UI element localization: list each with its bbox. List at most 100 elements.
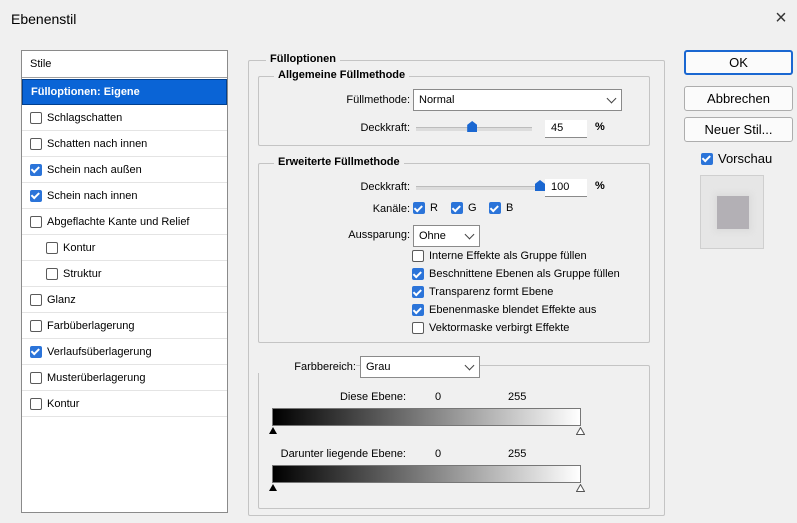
style-checkbox[interactable] (46, 241, 58, 254)
close-icon[interactable]: × (769, 6, 793, 30)
style-item[interactable]: Verlaufsüberlagerung (22, 339, 227, 365)
knockout-select[interactable]: Ohne (413, 225, 480, 247)
advanced-option-label: Transparenz formt Ebene (429, 286, 554, 298)
checkbox-box[interactable] (412, 304, 424, 316)
style-checkbox[interactable] (30, 111, 42, 124)
style-item[interactable]: Schlagschatten (22, 105, 227, 131)
checkbox-box[interactable] (412, 268, 424, 280)
general-opacity-label: Deckkraft: (360, 122, 410, 134)
underlying-layer-white-slider[interactable] (576, 484, 585, 492)
style-item-label: Abgeflachte Kante und Relief (47, 215, 190, 228)
preview-checkbox-box[interactable] (701, 152, 713, 165)
style-item-label: Farbüberlagerung (47, 319, 135, 332)
style-item-label: Kontur (47, 397, 80, 410)
style-item[interactable]: Fülloptionen: Eigene (22, 79, 227, 105)
style-item[interactable]: Musterüberlagerung (22, 365, 227, 391)
this-layer-label: Diese Ebene: (339, 391, 406, 403)
advanced-opacity-input[interactable]: 100 (545, 179, 587, 197)
general-opacity-input[interactable]: 45 (545, 120, 587, 138)
styles-header: Stile (22, 51, 227, 78)
styles-list: Stile Fülloptionen: Eigene Schlagschatten… (21, 50, 228, 513)
style-item[interactable]: Schein nach innen (22, 183, 227, 209)
advanced-option-checkbox[interactable]: Vektormaske verbirgt Effekte (412, 322, 569, 334)
advanced-option-checkbox[interactable]: Interne Effekte als Gruppe füllen (412, 250, 587, 262)
advanced-option-label: Interne Effekte als Gruppe füllen (429, 250, 587, 262)
blend-mode-select[interactable]: Normal (413, 89, 622, 111)
style-item-label: Kontur (63, 241, 96, 254)
checkbox-box[interactable] (489, 202, 501, 214)
preview-label: Vorschau (718, 151, 773, 166)
style-checkbox[interactable] (30, 163, 42, 176)
style-checkbox[interactable] (30, 345, 42, 358)
checkbox-box[interactable] (412, 322, 424, 334)
new-style-button[interactable]: Neuer Stil... (684, 117, 793, 142)
fill-options-title: Fülloptionen (266, 53, 340, 65)
chevron-down-icon (606, 93, 617, 104)
style-item-label: Schein nach innen (47, 189, 138, 202)
knockout-value: Ohne (419, 230, 446, 242)
style-checkbox[interactable] (30, 397, 42, 410)
style-item[interactable]: Glanz (22, 287, 227, 313)
style-checkbox[interactable] (30, 137, 42, 150)
knockout-label: Aussparung: (348, 229, 410, 241)
style-item-label: Schatten nach innen (47, 137, 148, 150)
checkbox-box[interactable] (412, 250, 424, 262)
style-checkbox[interactable] (30, 319, 42, 332)
this-layer-gradient[interactable] (272, 408, 581, 426)
advanced-opacity-unit: % (595, 180, 605, 192)
channel-r-checkbox[interactable]: R (413, 202, 438, 214)
advanced-option-checkbox[interactable]: Ebenenmaske blendet Effekte aus (412, 304, 596, 316)
blend-if-group (258, 365, 650, 509)
preview-swatch (717, 196, 749, 229)
advanced-option-checkbox[interactable]: Beschnittene Ebenen als Gruppe füllen (412, 268, 620, 280)
channel-g-checkbox[interactable]: G (451, 202, 477, 214)
blend-mode-label: Füllmethode: (346, 94, 410, 106)
this-layer-max: 255 (508, 391, 527, 403)
style-checkbox[interactable] (30, 371, 42, 384)
style-checkbox[interactable] (30, 293, 42, 306)
channel-label: R (430, 202, 438, 214)
general-opacity-unit: % (595, 121, 605, 133)
style-item-label: Fülloptionen: Eigene (31, 86, 140, 98)
underlying-layer-black-slider[interactable] (269, 484, 277, 491)
this-layer-black-slider[interactable] (269, 427, 277, 434)
checkbox-box[interactable] (412, 286, 424, 298)
cancel-button[interactable]: Abbrechen (684, 86, 793, 111)
style-item[interactable]: Kontur (22, 391, 227, 417)
preview-checkbox[interactable]: Vorschau (701, 151, 772, 166)
style-item[interactable]: Kontur (22, 235, 227, 261)
chevron-down-icon (464, 360, 475, 371)
this-layer-white-slider[interactable] (576, 427, 585, 435)
color-range-select[interactable]: Grau (360, 356, 480, 378)
channel-b-checkbox[interactable]: B (489, 202, 513, 214)
underlying-layer-gradient[interactable] (272, 465, 581, 483)
advanced-option-label: Ebenenmaske blendet Effekte aus (429, 304, 597, 316)
style-item-label: Musterüberlagerung (47, 371, 146, 384)
style-item-label: Schlagschatten (47, 111, 123, 124)
color-range-label: Farbbereich: (258, 361, 356, 373)
ok-button[interactable]: OK (684, 50, 793, 75)
style-item[interactable]: Farbüberlagerung (22, 313, 227, 339)
style-checkbox[interactable] (30, 189, 42, 202)
underlying-layer-min: 0 (435, 448, 442, 460)
style-item[interactable]: Abgeflachte Kante und Relief (22, 209, 227, 235)
checkbox-box[interactable] (451, 202, 463, 214)
style-checkbox[interactable] (30, 215, 42, 228)
general-blend-group (258, 76, 650, 146)
underlying-layer-max: 255 (508, 448, 527, 460)
style-item[interactable]: Schein nach außen (22, 157, 227, 183)
general-blend-title: Allgemeine Füllmethode (274, 69, 410, 81)
checkbox-box[interactable] (413, 202, 425, 214)
color-range-value: Grau (366, 361, 391, 373)
advanced-opacity-slider[interactable] (416, 186, 540, 190)
channel-label: B (506, 202, 514, 214)
style-item-label: Glanz (47, 293, 76, 306)
channel-label: G (468, 202, 477, 214)
style-item[interactable]: Struktur (22, 261, 227, 287)
advanced-option-checkbox[interactable]: Transparenz formt Ebene (412, 286, 553, 298)
style-item[interactable]: Schatten nach innen (22, 131, 227, 157)
style-checkbox[interactable] (46, 267, 58, 280)
advanced-opacity-label: Deckkraft: (360, 181, 410, 193)
dialog-title: Ebenenstil (11, 11, 77, 27)
style-item-label: Struktur (63, 267, 102, 280)
